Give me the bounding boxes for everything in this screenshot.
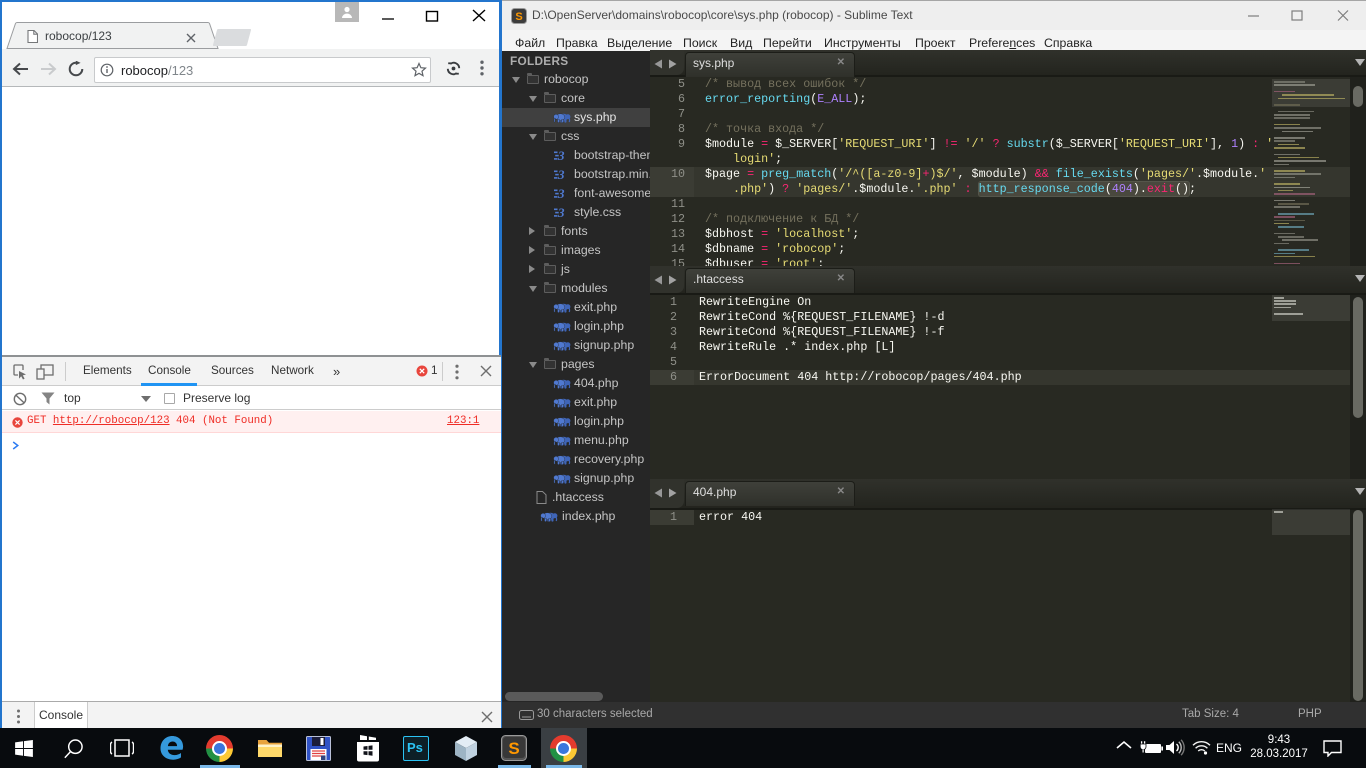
svg-text:S: S: [515, 11, 522, 23]
svg-text:S: S: [508, 739, 519, 758]
